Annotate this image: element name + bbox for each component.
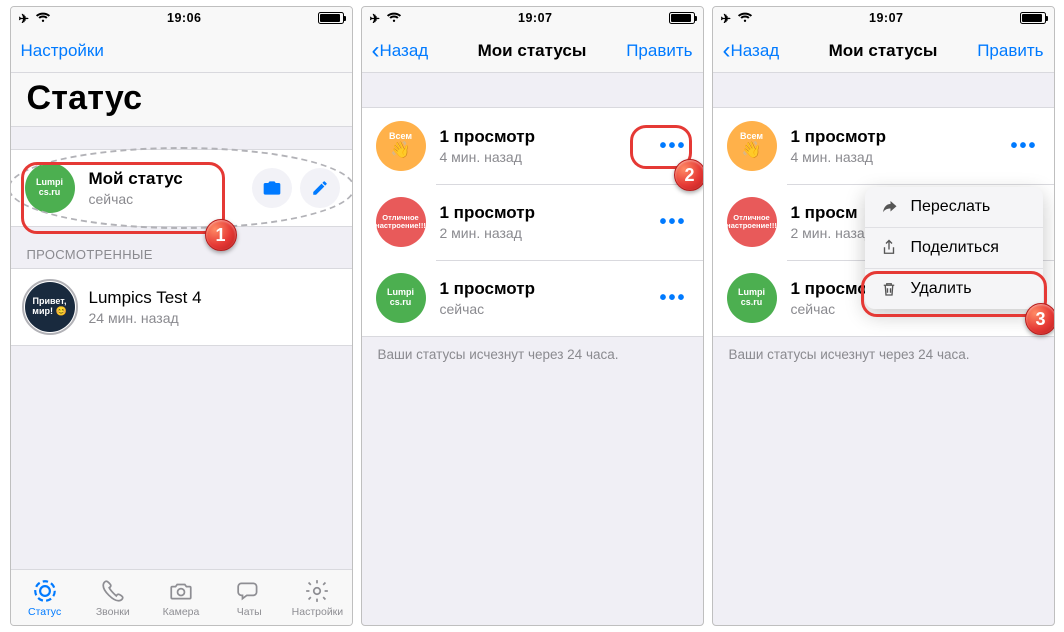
airplane-icon: ✈︎: [370, 11, 380, 26]
viewed-title: Lumpics Test 4: [89, 288, 340, 308]
status-avatar: Отличное настроение!!!: [376, 197, 426, 247]
tab-status[interactable]: Статус: [11, 570, 79, 625]
share-icon: [879, 239, 899, 257]
row-subtitle: 4 мин. назад: [440, 149, 656, 165]
tab-label: Чаты: [237, 606, 262, 618]
screen-my-statuses: ✈︎ 19:07 ‹Назад Мои статусы Править Всем…: [361, 6, 704, 626]
nav-title: Мои статусы: [452, 41, 613, 61]
status-row[interactable]: Всем👋 1 просмотр 4 мин. назад •••: [713, 108, 1054, 184]
my-status-avatar: Lumpi cs.ru: [25, 163, 75, 213]
edit-button[interactable]: Править: [964, 41, 1044, 61]
gear-icon: [304, 578, 330, 604]
badge-1: 1: [205, 219, 237, 251]
status-avatar: Всем👋: [376, 121, 426, 171]
more-button[interactable]: •••: [1006, 131, 1041, 162]
wifi-icon: [737, 11, 753, 26]
more-button[interactable]: •••: [655, 283, 690, 314]
viewed-status-row[interactable]: Привет, мир! 😊 Lumpics Test 4 24 мин. на…: [11, 269, 352, 345]
footnote: Ваши статусы исчезнут через 24 часа.: [362, 337, 703, 372]
nav-bar: Настройки: [11, 29, 352, 73]
edit-button[interactable]: Править: [613, 41, 693, 61]
settings-link[interactable]: Настройки: [21, 41, 104, 61]
screen-status: ✈︎ 19:06 Настройки Статус Lumpi cs.ru Мо…: [10, 6, 353, 626]
delete-menu-item[interactable]: Удалить: [865, 268, 1043, 309]
menu-label: Поделиться: [911, 239, 999, 257]
forward-icon: [879, 198, 899, 216]
trash-icon: [879, 280, 899, 298]
share-menu-item[interactable]: Поделиться: [865, 227, 1043, 268]
menu-label: Переслать: [911, 198, 991, 216]
battery-icon: [318, 12, 344, 24]
forward-menu-item[interactable]: Переслать: [865, 187, 1043, 227]
airplane-icon: ✈︎: [19, 11, 29, 26]
viewed-section-label: ПРОСМОТРЕННЫЕ: [11, 227, 352, 268]
nav-bar: ‹Назад Мои статусы Править: [713, 29, 1054, 73]
status-tab-icon: [32, 578, 58, 604]
nav-bar: ‹Назад Мои статусы Править: [362, 29, 703, 73]
status-row[interactable]: Отличное настроение!!! 1 просмотр 2 мин. …: [362, 184, 703, 260]
row-title: 1 просмотр: [440, 127, 656, 147]
screen-popover: ✈︎ 19:07 ‹Назад Мои статусы Править Всем…: [712, 6, 1055, 626]
wifi-icon: [35, 11, 51, 26]
badge-3: 3: [1025, 303, 1055, 335]
page-title: Статус: [27, 79, 336, 118]
tab-calls[interactable]: Звонки: [79, 570, 147, 625]
battery-icon: [669, 12, 695, 24]
row-subtitle: 4 мин. назад: [791, 149, 1007, 165]
nav-title: Мои статусы: [803, 41, 964, 61]
status-bar: ✈︎ 19:07: [713, 7, 1054, 29]
context-menu: Переслать Поделиться Удалить: [865, 187, 1043, 309]
tab-label: Статус: [28, 606, 61, 618]
status-bar: ✈︎ 19:07: [362, 7, 703, 29]
large-title: Статус: [11, 73, 352, 127]
tab-label: Настройки: [292, 606, 344, 618]
status-bar: ✈︎ 19:06: [11, 7, 352, 29]
more-button[interactable]: •••: [655, 131, 690, 162]
phone-icon: [100, 578, 126, 604]
status-avatar: Отличное настроение!!!: [727, 197, 777, 247]
row-title: 1 просмотр: [791, 127, 1007, 147]
tab-camera[interactable]: Камера: [147, 570, 215, 625]
footnote: Ваши статусы исчезнут через 24 часа.: [713, 337, 1054, 372]
status-avatar: Lumpi cs.ru: [727, 273, 777, 323]
back-button[interactable]: ‹Назад: [723, 41, 803, 61]
camera-tab-icon: [168, 578, 194, 604]
row-subtitle: сейчас: [440, 301, 656, 317]
battery-icon: [1020, 12, 1046, 24]
viewed-avatar: Привет, мир! 😊: [25, 282, 75, 332]
tab-settings[interactable]: Настройки: [283, 570, 351, 625]
more-button[interactable]: •••: [655, 207, 690, 238]
status-row[interactable]: Всем👋 1 просмотр 4 мин. назад •••: [362, 108, 703, 184]
chats-icon: [236, 578, 262, 604]
tab-label: Камера: [163, 606, 200, 618]
badge-2: 2: [674, 159, 704, 191]
wifi-icon: [386, 11, 402, 26]
status-row[interactable]: Lumpi cs.ru 1 просмотр сейчас •••: [362, 260, 703, 336]
clock: 19:07: [518, 11, 552, 25]
back-button[interactable]: ‹Назад: [372, 41, 452, 61]
status-avatar: Lumpi cs.ru: [376, 273, 426, 323]
my-status-row[interactable]: Lumpi cs.ru Мой статус сейчас: [11, 150, 352, 226]
clock: 19:07: [869, 11, 903, 25]
tab-bar: Статус Звонки Камера Чаты Настройки: [11, 569, 352, 625]
row-title: 1 просмотр: [440, 279, 656, 299]
airplane-icon: ✈︎: [721, 11, 731, 26]
clock: 19:06: [167, 11, 201, 25]
viewed-subtitle: 24 мин. назад: [89, 310, 340, 326]
tab-chats[interactable]: Чаты: [215, 570, 283, 625]
status-updates-list: Всем👋 1 просмотр 4 мин. назад ••• Отлично…: [362, 107, 703, 337]
menu-label: Удалить: [911, 280, 972, 298]
tab-label: Звонки: [96, 606, 130, 618]
row-title: 1 просмотр: [440, 203, 656, 223]
status-avatar: Всем👋: [727, 121, 777, 171]
row-subtitle: 2 мин. назад: [440, 225, 656, 241]
